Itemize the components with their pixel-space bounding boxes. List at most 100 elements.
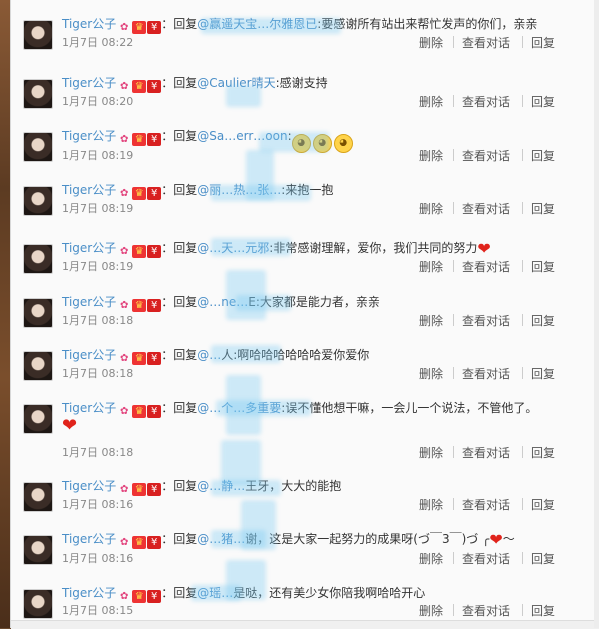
user-avatar[interactable] [23,482,53,512]
username-link[interactable]: Tiger公子 [62,295,116,309]
reply-prefix: 回复 [173,532,198,546]
reply-button[interactable]: 回复 [531,200,555,217]
divider [522,260,523,272]
username-link[interactable]: Tiger公子 [62,129,116,143]
reply-button[interactable]: 回复 [531,496,555,513]
divider [453,260,454,272]
view-conversation-button[interactable]: 查看对话 [462,602,510,619]
delete-button[interactable]: 删除 [419,147,443,164]
vip-hat-icon: ♛ [132,80,147,93]
reply-prefix: 回复 [173,401,198,415]
view-conversation-button[interactable]: 查看对话 [462,496,510,513]
delete-button[interactable]: 删除 [419,496,443,513]
reply-button[interactable]: 回复 [531,258,555,275]
username-link[interactable]: Tiger公子 [62,183,116,197]
user-avatar[interactable] [23,20,53,50]
user-avatar[interactable] [23,535,53,565]
comment-text-line: Tiger公子 ✿ ♛ ¥ ：回复@…猪…谢，这是大家一起努力的成果呀(づ￣3￣)づ ╭… [62,530,515,549]
username-link[interactable]: Tiger公子 [62,401,116,415]
reply-prefix: 回复 [173,183,198,197]
username-link[interactable]: Tiger公子 [62,17,116,31]
comment-timestamp: 1月7日 08:18 [62,314,134,327]
delete-button[interactable]: 删除 [419,444,443,461]
comment-item: Tiger公子 ✿ ♛ ¥ ：回复@…猪…谢，这是大家一起努力的成果呀(づ￣3￣)づ ╭… [11,520,599,575]
vip-hat-icon: ♛ [132,299,147,312]
reply-button[interactable]: 回复 [531,93,555,110]
ribbon-icon: ✿ [120,300,129,311]
delete-button[interactable]: 删除 [419,93,443,110]
comment-timestamp: 1月7日 08:18 [62,367,134,380]
comment-timestamp: 1月7日 08:19 [62,149,134,162]
redaction-blur [216,400,311,416]
view-conversation-button[interactable]: 查看对话 [462,444,510,461]
colon-separator: ： [161,129,174,143]
comment-timestamp: 1月7日 08:18 [62,446,134,459]
reply-button[interactable]: 回复 [531,365,555,382]
comment-list-panel: Tiger公子 ✿ ♛ ¥ ：回复@赢遥天宝…尔雅恩已:要感谢所有站出来帮忙发声的你们，… [10,0,599,629]
comment-text: :非常感谢理解，爱你，我们共同的努力 [269,241,478,255]
view-conversation-button[interactable]: 查看对话 [462,550,510,567]
delete-button[interactable]: 删除 [419,550,443,567]
username-link[interactable]: Tiger公子 [62,76,116,90]
delete-button[interactable]: 删除 [419,34,443,51]
delete-button[interactable]: 删除 [419,258,443,275]
divider [522,367,523,379]
reply-button[interactable]: 回复 [531,147,555,164]
comment-text: :误不懂他想干嘛，一会儿一个说法，不管他了。 [281,401,538,415]
view-conversation-button[interactable]: 查看对话 [462,200,510,217]
username-link[interactable]: Tiger公子 [62,348,116,362]
redaction-blur [226,85,261,107]
username-link[interactable]: Tiger公子 [62,532,116,546]
ribbon-icon: ✿ [120,188,129,199]
user-avatar[interactable] [23,589,53,619]
gift-icon: ¥ [147,405,162,418]
reply-button[interactable]: 回复 [531,312,555,329]
delete-button[interactable]: 删除 [419,602,443,619]
comment-timestamp: 1月7日 08:22 [62,36,134,49]
user-avatar[interactable] [23,244,53,274]
divider [453,95,454,107]
user-avatar[interactable] [23,186,53,216]
reply-button[interactable]: 回复 [531,602,555,619]
divider [522,498,523,510]
gift-icon: ¥ [147,299,162,312]
ribbon-icon: ✿ [120,81,129,92]
reply-button[interactable]: 回复 [531,550,555,567]
divider [522,95,523,107]
divider [453,604,454,616]
colon-separator: ： [161,17,174,31]
delete-button[interactable]: 删除 [419,200,443,217]
comment-timestamp: 1月7日 08:16 [62,552,134,565]
view-conversation-button[interactable]: 查看对话 [462,312,510,329]
user-avatar[interactable] [23,404,53,434]
delete-button[interactable]: 删除 [419,312,443,329]
user-avatar[interactable] [23,132,53,162]
view-conversation-button[interactable]: 查看对话 [462,258,510,275]
reply-button[interactable]: 回复 [531,444,555,461]
scrollbar[interactable] [594,0,599,628]
delete-button[interactable]: 删除 [419,365,443,382]
user-avatar[interactable] [23,298,53,328]
gift-icon: ¥ [147,245,162,258]
reply-button[interactable]: 回复 [531,34,555,51]
divider [453,202,454,214]
reply-prefix: 回复 [173,295,198,309]
user-avatar[interactable] [23,351,53,381]
colon-separator: ： [161,401,174,415]
divider [453,149,454,161]
gift-icon: ¥ [147,590,162,603]
user-avatar[interactable] [23,79,53,109]
divider [453,314,454,326]
view-conversation-button[interactable]: 查看对话 [462,365,510,382]
reply-prefix: 回复 [173,479,198,493]
redaction-blur [191,585,241,601]
vip-hat-icon: ♛ [132,245,147,258]
divider [522,552,523,564]
view-conversation-button[interactable]: 查看对话 [462,147,510,164]
username-link[interactable]: Tiger公子 [62,241,116,255]
view-conversation-button[interactable]: 查看对话 [462,34,510,51]
username-link[interactable]: Tiger公子 [62,586,116,600]
colon-separator: ： [161,295,174,309]
username-link[interactable]: Tiger公子 [62,479,116,493]
view-conversation-button[interactable]: 查看对话 [462,93,510,110]
